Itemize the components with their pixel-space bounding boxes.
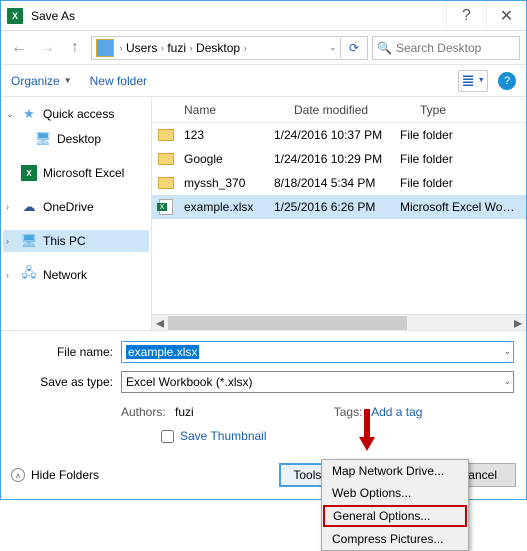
search-box[interactable]: 🔍 Search Desktop	[372, 36, 520, 60]
folder-icon	[156, 177, 176, 189]
saveastype-select[interactable]: Excel Workbook (*.xlsx) ⌄	[121, 371, 514, 393]
save-thumbnail-checkbox[interactable]	[161, 430, 174, 443]
scroll-left-icon[interactable]: ◂	[152, 315, 168, 331]
file-date: 8/18/2014 5:34 PM	[266, 176, 392, 190]
filename-input[interactable]: example.xlsx ⌄	[121, 341, 514, 363]
nav-onedrive[interactable]: › ☁ OneDrive	[3, 196, 149, 218]
file-list-pane: Name Date modified Type 1231/24/2016 10:…	[151, 97, 526, 330]
file-name: Google	[176, 152, 266, 166]
save-form: File name: example.xlsx ⌄ Save as type: …	[1, 331, 526, 457]
expand-icon[interactable]: ›	[6, 202, 9, 212]
excel-app-icon: X	[7, 8, 23, 24]
expand-icon[interactable]: ⌄	[6, 109, 14, 120]
breadcrumb-part[interactable]: Users	[126, 41, 157, 55]
network-icon: 🖧	[21, 267, 37, 283]
column-date[interactable]: Date modified	[286, 103, 412, 117]
file-list-header: Name Date modified Type	[152, 97, 526, 123]
help-button[interactable]: ?	[446, 2, 486, 30]
navigation-pane: ⌄ ★ Quick access 🖥 Desktop X Microsoft E…	[1, 97, 151, 330]
file-row[interactable]: example.xlsx1/25/2016 6:26 PMMicrosoft E…	[152, 195, 526, 219]
file-type: Microsoft Excel Worksheet	[392, 200, 526, 214]
menu-web-options[interactable]: Web Options...	[322, 482, 468, 504]
file-row[interactable]: Google1/24/2016 10:29 PMFile folder	[152, 147, 526, 171]
scroll-thumb[interactable]	[168, 316, 407, 330]
desktop-icon: 🖥	[35, 131, 51, 147]
menu-compress-pictures[interactable]: Compress Pictures...	[322, 528, 468, 550]
view-options-button[interactable]: ≣ ▼	[458, 70, 488, 92]
column-type[interactable]: Type	[412, 103, 526, 117]
forward-button[interactable]: →	[35, 36, 59, 60]
search-placeholder: Search Desktop	[396, 41, 481, 55]
star-icon: ★	[21, 106, 37, 122]
search-icon: 🔍	[377, 41, 392, 55]
cloud-icon: ☁	[21, 199, 37, 215]
help-icon[interactable]: ?	[498, 72, 516, 90]
dropdown-icon[interactable]: ⌄	[328, 42, 338, 53]
file-name: 123	[176, 128, 266, 142]
refresh-button[interactable]: ⟳	[343, 37, 365, 59]
dropdown-icon[interactable]: ⌄	[503, 376, 511, 387]
file-type: File folder	[392, 152, 526, 166]
file-date: 1/24/2016 10:37 PM	[266, 128, 392, 142]
dropdown-icon[interactable]: ⌄	[503, 346, 511, 357]
chevron-up-icon: ʌ	[11, 468, 25, 482]
titlebar: X Save As ? ✕	[1, 1, 526, 31]
file-name: myssh_370	[176, 176, 266, 190]
breadcrumb[interactable]: › Users › fuzi › Desktop › ⌄ ⟳	[91, 36, 368, 60]
file-row[interactable]: 1231/24/2016 10:37 PMFile folder	[152, 123, 526, 147]
nav-this-pc[interactable]: › 🖥 This PC	[3, 230, 149, 252]
file-name: example.xlsx	[176, 200, 266, 214]
nav-network[interactable]: › 🖧 Network	[3, 264, 149, 286]
tags-field[interactable]: Tags: Add a tag	[334, 405, 423, 419]
explorer-body: ⌄ ★ Quick access 🖥 Desktop X Microsoft E…	[1, 97, 526, 331]
close-button[interactable]: ✕	[486, 2, 526, 30]
breadcrumb-part[interactable]: Desktop	[196, 41, 240, 55]
pc-icon	[96, 39, 114, 57]
address-bar-row: ← → ↑ › Users › fuzi › Desktop › ⌄ ⟳ 🔍 S…	[1, 31, 526, 65]
nav-quick-access[interactable]: ⌄ ★ Quick access	[3, 103, 149, 125]
nav-microsoft-excel[interactable]: X Microsoft Excel	[3, 162, 149, 184]
excel-icon: X	[21, 165, 37, 181]
file-type: File folder	[392, 176, 526, 190]
hide-folders-button[interactable]: ʌ Hide Folders	[11, 468, 99, 482]
horizontal-scrollbar[interactable]: ◂ ▸	[152, 314, 526, 330]
breadcrumb-sep: ›	[186, 43, 196, 53]
scroll-right-icon[interactable]: ▸	[510, 315, 526, 331]
breadcrumb-sep: ›	[240, 43, 250, 53]
saveastype-label: Save as type:	[13, 375, 113, 389]
file-date: 1/25/2016 6:26 PM	[266, 200, 392, 214]
file-row[interactable]: myssh_3708/18/2014 5:34 PMFile folder	[152, 171, 526, 195]
nav-desktop[interactable]: 🖥 Desktop	[3, 128, 149, 150]
menu-map-network-drive[interactable]: Map Network Drive...	[322, 460, 468, 482]
authors-field[interactable]: Authors: fuzi	[121, 405, 194, 419]
new-folder-button[interactable]: New folder	[90, 74, 147, 88]
breadcrumb-part[interactable]: fuzi	[167, 41, 186, 55]
window-title: Save As	[31, 9, 75, 23]
column-name[interactable]: Name	[176, 103, 286, 117]
expand-icon[interactable]: ›	[6, 236, 9, 246]
file-date: 1/24/2016 10:29 PM	[266, 152, 392, 166]
save-thumbnail-label[interactable]: Save Thumbnail	[180, 429, 267, 443]
folder-icon	[156, 129, 176, 141]
excel-file-icon	[156, 199, 176, 215]
command-bar: Organize▼ New folder ≣ ▼ ?	[1, 65, 526, 97]
organize-button[interactable]: Organize▼	[11, 74, 72, 88]
pc-icon: 🖥	[21, 233, 37, 249]
file-type: File folder	[392, 128, 526, 142]
up-button[interactable]: ↑	[63, 36, 87, 60]
breadcrumb-sep: ›	[157, 43, 167, 53]
expand-icon[interactable]: ›	[6, 270, 9, 280]
save-as-dialog: X Save As ? ✕ ← → ↑ › Users › fuzi › Des…	[0, 0, 527, 500]
tools-menu: Map Network Drive... Web Options... Gene…	[321, 459, 469, 551]
back-button[interactable]: ←	[7, 36, 31, 60]
folder-icon	[156, 153, 176, 165]
filename-label: File name:	[13, 345, 113, 359]
file-list[interactable]: 1231/24/2016 10:37 PMFile folderGoogle1/…	[152, 123, 526, 314]
menu-general-options[interactable]: General Options...	[323, 505, 467, 527]
breadcrumb-sep: ›	[116, 43, 126, 53]
